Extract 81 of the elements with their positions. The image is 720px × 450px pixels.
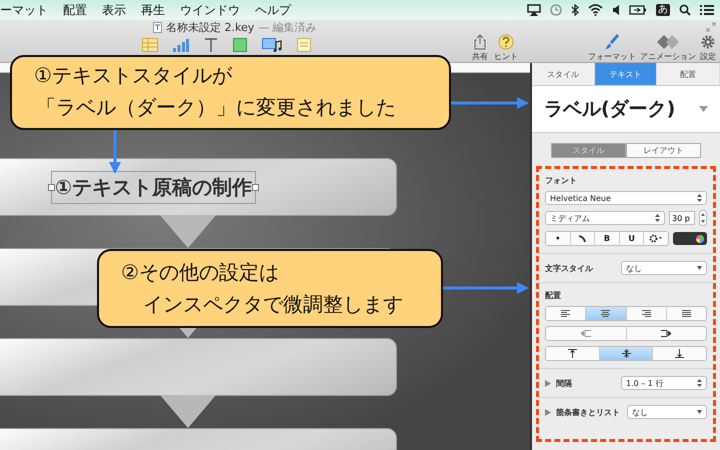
paintbrush-icon (604, 34, 620, 50)
vertical-align-button[interactable] (600, 347, 654, 360)
gear-icon (649, 234, 664, 243)
align-left-icon (561, 310, 570, 317)
toolbar-button[interactable]: フォーマット (588, 34, 636, 62)
dropdown-triangle-icon (699, 106, 708, 112)
callout-text: ②その他の設定は (121, 259, 279, 286)
section-label: フォント (545, 175, 578, 186)
disclosure-triangle-icon (545, 380, 551, 386)
valign-top-icon (568, 349, 577, 358)
menu-item[interactable]: 配置 (63, 2, 87, 18)
toolbar-button[interactable]: アニメーション (640, 34, 696, 62)
font-family-popup[interactable]: Helvetica Neue (545, 191, 707, 205)
color-well[interactable] (673, 232, 707, 245)
text-style-button[interactable]: U (620, 232, 644, 245)
curve-icon (578, 234, 586, 242)
inspector-tab[interactable]: 配置 (657, 63, 720, 85)
menu-item[interactable]: ーマット (0, 2, 48, 18)
bluetooth-icon[interactable] (571, 4, 579, 16)
segment-tab[interactable]: レイアウト (626, 143, 701, 158)
up-down-arrows-icon (655, 214, 660, 222)
callout-text: インスペクタで微調整します (143, 291, 403, 318)
toolbar-button[interactable]: 共有 (472, 34, 488, 62)
field-label: 文字スタイル (545, 262, 593, 274)
up-down-arrows-icon (697, 379, 702, 387)
stepper-icon[interactable] (699, 210, 707, 226)
document-icon (153, 22, 162, 32)
resize-handle[interactable] (252, 184, 259, 191)
valign-middle-icon (622, 349, 630, 358)
bullets-popup[interactable]: なし (627, 405, 707, 419)
window-title: 名称未設定 2.key (166, 20, 254, 34)
align-button[interactable] (586, 307, 626, 320)
menu-item[interactable]: 再生 (141, 2, 165, 18)
search-icon[interactable] (679, 4, 691, 16)
down-triangle-icon (697, 266, 702, 270)
input-method-indicator[interactable]: あ (656, 4, 670, 16)
text-style-button[interactable]: • (546, 232, 571, 245)
inspector-tab[interactable]: スタイル (532, 63, 595, 85)
list-icon[interactable] (700, 4, 714, 16)
arrow (109, 130, 121, 174)
down-triangle-icon (697, 410, 702, 414)
font-weight-popup[interactable]: ミディアム (545, 211, 665, 225)
down-triangle (160, 215, 216, 248)
settings-icon (700, 34, 716, 50)
align-center-icon (601, 310, 610, 317)
callout-text: ①テキストスタイルが (34, 62, 232, 89)
toolbar-button[interactable]: ヒント (494, 34, 518, 62)
text-style-button[interactable]: B (595, 232, 620, 245)
valign-bottom-icon (675, 349, 684, 358)
airplay-icon[interactable] (527, 4, 541, 16)
disclosure-toggle[interactable]: 間隔 (545, 378, 572, 388)
indent-icon (661, 330, 672, 337)
edit-status: — 編集済み (258, 20, 317, 34)
disclosure-toggle[interactable]: 箇条書きとリスト (545, 406, 620, 418)
share-icon (474, 34, 486, 50)
help-icon (498, 34, 514, 50)
color-wheel-icon (696, 234, 704, 242)
character-style-popup[interactable]: なし (621, 261, 707, 275)
outdent-icon (580, 330, 591, 337)
font-size-field[interactable]: 30 p (669, 211, 695, 225)
toolbar-button[interactable]: 設定 (700, 34, 716, 62)
diamonds-icon (656, 34, 680, 50)
align-right-icon (642, 310, 651, 317)
wifi-icon[interactable] (588, 4, 603, 16)
disclosure-triangle-icon (545, 408, 551, 416)
down-triangle (160, 395, 216, 428)
menu-item[interactable]: 表示 (102, 2, 126, 18)
style-picker[interactable]: ラベル(ダーク) (532, 86, 720, 133)
resize-handle[interactable] (48, 184, 55, 191)
section-label: 配置 (545, 290, 562, 301)
volume-icon[interactable] (612, 4, 620, 16)
text-icon[interactable] (204, 38, 218, 52)
callout-text: 「ラベル（ダーク）」に変更されました (36, 94, 396, 121)
battery-icon[interactable] (629, 4, 647, 16)
menu-item[interactable]: ヘルプ (255, 2, 291, 18)
up-down-arrows-icon (697, 194, 702, 202)
align-justify-icon (682, 310, 691, 317)
media-icon[interactable] (262, 38, 282, 52)
clock-icon[interactable] (550, 4, 562, 16)
menu-item[interactable]: ウインドウ (180, 2, 240, 18)
spacing-popup[interactable]: 1.0 – 1 行 (621, 376, 707, 390)
